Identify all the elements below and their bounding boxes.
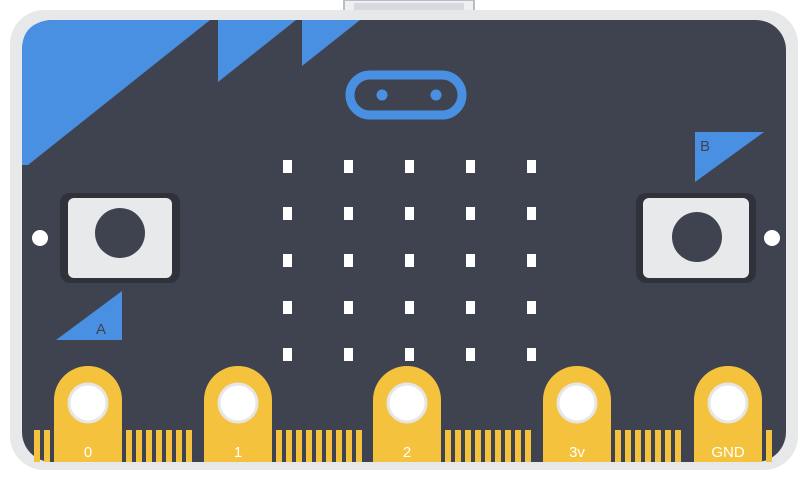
button-b-label: B: [700, 138, 710, 155]
led-1-3: [466, 207, 475, 220]
edge-stripe: [296, 430, 302, 462]
edge-stripe: [176, 430, 182, 462]
microbit-simulator: A B 0 1 2 3v GND: [0, 0, 808, 491]
led-3-2: [405, 301, 414, 314]
led-3-1: [344, 301, 353, 314]
edge-stripe: [625, 430, 631, 462]
led-2-4: [527, 254, 536, 267]
led-0-3: [466, 160, 475, 173]
pin-0[interactable]: 0: [54, 366, 122, 462]
led-0-0: [283, 160, 292, 173]
led-4-2: [405, 348, 414, 361]
edge-stripe: [665, 430, 671, 462]
pin-label: 1: [234, 444, 242, 461]
button-a[interactable]: [60, 193, 180, 283]
led-1-2: [405, 207, 414, 220]
pin-gnd[interactable]: GND: [694, 366, 762, 462]
led-4-3: [466, 348, 475, 361]
led-3-4: [527, 301, 536, 314]
led-0-4: [527, 160, 536, 173]
edge-stripe: [336, 430, 342, 462]
edge-stripe: [326, 430, 332, 462]
edge-stripe: [766, 430, 772, 462]
button-b[interactable]: [636, 193, 756, 283]
edge-stripe: [515, 430, 521, 462]
edge-stripe: [286, 430, 292, 462]
pin-1[interactable]: 1: [204, 366, 272, 462]
edge-stripe: [306, 430, 312, 462]
right-edge-hole: [764, 230, 780, 246]
led-3-0: [283, 301, 292, 314]
led-2-0: [283, 254, 292, 267]
led-2-1: [344, 254, 353, 267]
led-4-1: [344, 348, 353, 361]
edge-stripe: [445, 430, 451, 462]
edge-stripe: [675, 430, 681, 462]
led-0-2: [405, 160, 414, 173]
edge-stripe: [635, 430, 641, 462]
left-edge-hole: [32, 230, 48, 246]
edge-stripe: [475, 430, 481, 462]
edge-stripe: [316, 430, 322, 462]
pin-3v[interactable]: 3v: [543, 366, 611, 462]
pin-label: GND: [711, 444, 745, 461]
edge-stripe: [495, 430, 501, 462]
led-2-3: [466, 254, 475, 267]
edge-stripe: [44, 430, 50, 462]
edge-stripe: [505, 430, 511, 462]
led-1-1: [344, 207, 353, 220]
edge-stripe: [356, 430, 362, 462]
led-2-2: [405, 254, 414, 267]
button-a-label: A: [96, 321, 106, 338]
pin-label: 0: [84, 444, 92, 461]
edge-stripe: [186, 430, 192, 462]
edge-stripe: [485, 430, 491, 462]
edge-stripe: [455, 430, 461, 462]
led-1-4: [527, 207, 536, 220]
edge-stripe: [615, 430, 621, 462]
edge-stripe: [126, 430, 132, 462]
led-1-0: [283, 207, 292, 220]
led-4-4: [527, 348, 536, 361]
led-4-0: [283, 348, 292, 361]
edge-stripe: [346, 430, 352, 462]
edge-stripe: [645, 430, 651, 462]
led-0-1: [344, 160, 353, 173]
edge-stripe: [465, 430, 471, 462]
edge-stripe: [34, 430, 40, 462]
edge-stripe: [136, 430, 142, 462]
edge-stripe: [156, 430, 162, 462]
edge-stripe: [276, 430, 282, 462]
microbit-board-svg: A B 0 1 2 3v GND: [10, 0, 798, 470]
edge-stripe: [146, 430, 152, 462]
edge-stripe: [166, 430, 172, 462]
edge-stripe: [655, 430, 661, 462]
pin-label: 2: [403, 444, 411, 461]
pin-label: 3v: [569, 444, 585, 461]
edge-stripe: [525, 430, 531, 462]
led-3-3: [466, 301, 475, 314]
pin-2[interactable]: 2: [373, 366, 441, 462]
